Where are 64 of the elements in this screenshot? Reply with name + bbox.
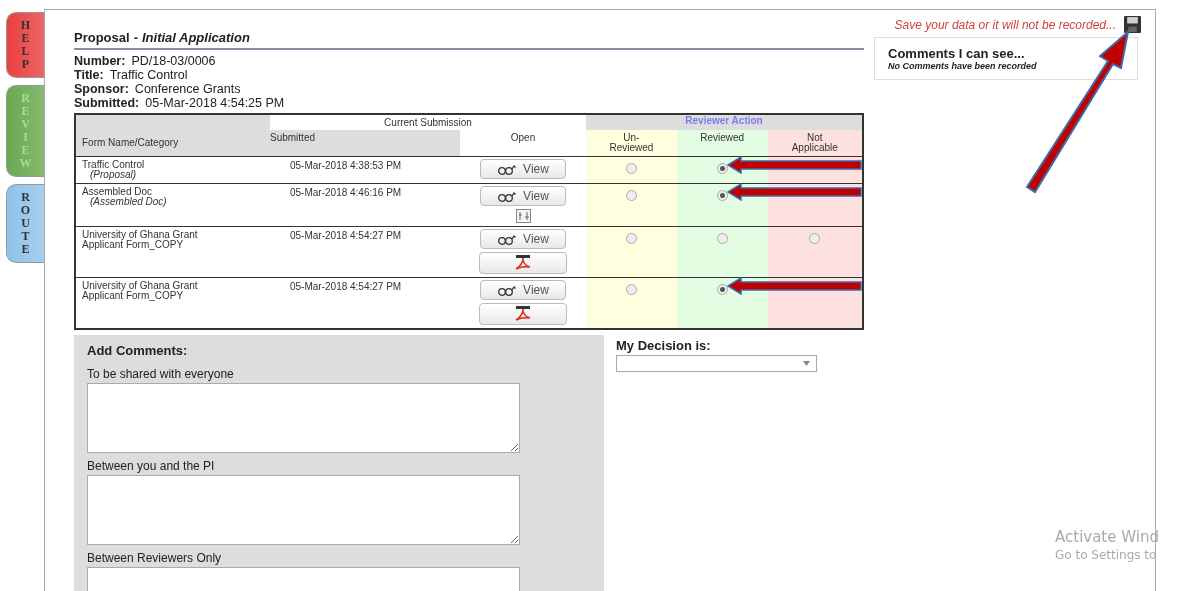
compare-icon[interactable]: [515, 209, 531, 223]
pdf-button[interactable]: [479, 303, 567, 325]
radio-button[interactable]: [809, 233, 821, 244]
save-warning: Save your data or it will not be recorded...: [894, 17, 1116, 32]
submitted-date: 05-Mar-2018 4:54:27 PM: [290, 281, 402, 292]
side-tab[interactable]: HELP: [6, 12, 44, 78]
field-value: PD/18-03/0006: [131, 54, 216, 68]
glasses-icon: [497, 284, 518, 296]
form-name: University of Ghana Grant Applicant Form_COPY: [82, 281, 199, 301]
comments-note: No Comments have been recorded: [888, 61, 1038, 71]
radio-button[interactable]: [716, 284, 728, 295]
glasses-icon: [497, 190, 518, 202]
view-button[interactable]: View: [480, 159, 566, 179]
field-label: Submitted:: [74, 96, 140, 110]
form-name: Assembled Doc (Assembled Doc): [82, 187, 168, 207]
radio-button[interactable]: [625, 233, 637, 244]
submitted-date: 05-Mar-2018 4:54:27 PM: [290, 230, 402, 241]
group-header: Current Submission: [384, 117, 472, 128]
radio-button[interactable]: [625, 284, 637, 295]
radio-button[interactable]: [625, 163, 637, 174]
decision-label: My Decision is:: [616, 338, 712, 353]
caret-icon: [803, 361, 810, 366]
comment-label: Between you and the PI: [87, 459, 216, 473]
field-label: Sponsor:: [74, 82, 129, 96]
submitted-date: 05-Mar-2018 4:46:16 PM: [290, 187, 402, 198]
column-header: Not Applicable: [790, 131, 839, 155]
field-value: 05-Mar-2018 4:54:25 PM: [145, 96, 285, 110]
glasses-icon: [497, 233, 518, 245]
comment-field[interactable]: [87, 383, 520, 453]
field-label: Number:: [74, 54, 126, 68]
pdf-icon: [514, 306, 532, 322]
pdf-icon: [514, 255, 532, 271]
column-header: Reviewed: [699, 131, 746, 145]
comment-field[interactable]: [87, 475, 520, 545]
page-title: Proposal: [74, 30, 130, 45]
radio-button[interactable]: [625, 190, 637, 201]
field-label: Title:: [74, 68, 104, 82]
column-header: Open: [509, 131, 537, 145]
view-button[interactable]: View: [480, 280, 566, 300]
glasses-icon: [497, 163, 518, 175]
radio-button[interactable]: [716, 190, 728, 201]
view-button[interactable]: View: [480, 186, 566, 206]
radio-button[interactable]: [716, 163, 728, 174]
column-header: Un- Reviewed: [608, 131, 655, 155]
form-name: University of Ghana Grant Applicant Form_COPY: [82, 230, 199, 250]
add-comments-title: Add Comments:: [87, 343, 189, 358]
group-header: Reviewer Action: [685, 115, 763, 126]
form-name: Traffic Control (Proposal): [82, 160, 146, 180]
side-tab[interactable]: ROUTE: [6, 184, 44, 263]
view-button[interactable]: View: [480, 229, 566, 249]
comment-label: To be shared with everyone: [87, 367, 235, 381]
comment-label: Between Reviewers Only: [87, 551, 223, 565]
field-value: Conference Grants: [134, 82, 241, 96]
column-header: Submitted: [270, 131, 317, 145]
submitted-date: 05-Mar-2018 4:38:53 PM: [290, 160, 402, 171]
save-icon[interactable]: [1124, 16, 1141, 33]
field-value: Traffic Control: [109, 68, 188, 82]
pdf-button[interactable]: [479, 252, 567, 274]
comments-title: Comments I can see...: [888, 46, 1026, 61]
page-subtitle: Initial Application: [141, 30, 250, 45]
column-header: Form Name/Category: [81, 136, 180, 150]
title-separator: -: [133, 30, 138, 45]
decision-dropdown[interactable]: [616, 355, 817, 372]
radio-button[interactable]: [716, 233, 728, 244]
